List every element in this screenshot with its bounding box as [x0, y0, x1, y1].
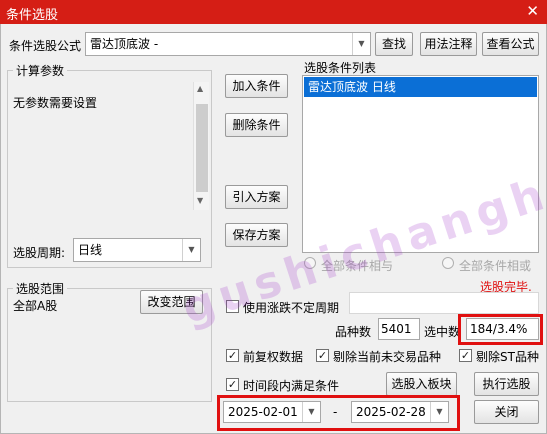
stock-count-field: 5401	[378, 318, 420, 340]
save-scheme-button[interactable]: 保存方案	[225, 223, 288, 247]
exclude-st-label: 剔除ST品种	[476, 350, 539, 364]
params-scrollbar[interactable]: ▲ ▼	[193, 82, 209, 210]
view-formula-button[interactable]: 查看公式	[482, 32, 539, 56]
dialog-body: 条件选股公式 雷达顶底波 - ▼ 查找 用法注释 查看公式 计算参数 无参数需要…	[0, 24, 547, 434]
exclude-no-trade-label: 剔除当前未交易品种	[333, 350, 442, 364]
find-button[interactable]: 查找	[375, 32, 413, 56]
import-scheme-button[interactable]: 引入方案	[225, 185, 288, 209]
chevron-down-icon[interactable]: ▼	[182, 239, 200, 261]
usage-notes-button[interactable]: 用法注释	[420, 32, 477, 56]
window-title: 条件选股	[6, 8, 59, 23]
exclude-st-checkbox[interactable]: ✓	[459, 349, 472, 362]
close-button[interactable]: 关闭	[474, 400, 539, 424]
date-range-highlight	[217, 395, 460, 431]
selected-count-highlight	[458, 314, 543, 345]
add-to-block-button[interactable]: 选股入板块	[386, 372, 457, 396]
formula-select[interactable]: 雷达顶底波 - ▼	[85, 32, 371, 56]
selected-count-label: 选中数	[424, 325, 461, 339]
range-value: 全部A股	[13, 299, 58, 313]
remove-condition-button[interactable]: 删除条件	[225, 113, 288, 137]
time-range-label: 时间段内满足条件	[243, 379, 340, 393]
period-value: 日线	[78, 243, 103, 257]
stock-count-value: 5401	[381, 322, 412, 336]
list-item[interactable]: 雷达顶底波 日线	[304, 77, 537, 97]
time-range-checkbox[interactable]: ✓	[226, 378, 239, 391]
range-group-label: 选股范围	[13, 280, 68, 297]
or-radio[interactable]	[442, 257, 454, 269]
or-label: 全部条件相或	[459, 259, 532, 273]
title-bar: 条件选股 ✕	[0, 0, 547, 24]
add-condition-button[interactable]: 加入条件	[225, 74, 288, 98]
period-label: 选股周期:	[13, 246, 66, 260]
scroll-up-icon[interactable]: ▲	[197, 84, 203, 93]
execute-button[interactable]: 执行选股	[474, 372, 539, 396]
exclude-no-trade-checkbox[interactable]: ✓	[316, 349, 329, 362]
condition-list-label: 选股条件列表	[304, 61, 377, 75]
pre-adjust-label: 前复权数据	[243, 350, 304, 364]
chevron-down-icon[interactable]: ▼	[352, 33, 370, 55]
scroll-down-icon[interactable]: ▼	[197, 196, 203, 205]
params-group-label: 计算参数	[13, 62, 68, 79]
formula-value: 雷达顶底波 -	[90, 37, 159, 51]
stock-count-label: 品种数	[335, 325, 372, 339]
no-params-text: 无参数需要设置	[13, 96, 98, 110]
pre-adjust-checkbox[interactable]: ✓	[226, 349, 239, 362]
close-icon[interactable]: ✕	[526, 2, 539, 20]
scroll-thumb[interactable]	[196, 104, 208, 192]
formula-label: 条件选股公式	[9, 39, 82, 53]
period-range-field[interactable]	[349, 292, 539, 314]
period-select[interactable]: 日线 ▼	[73, 238, 201, 262]
